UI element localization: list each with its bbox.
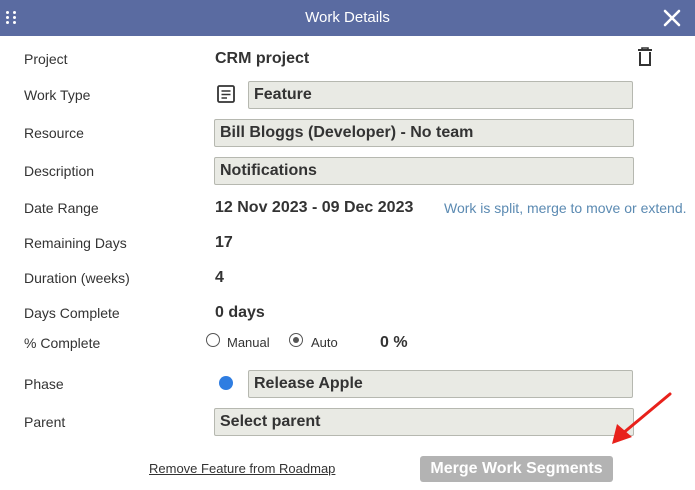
document-icon [216, 84, 236, 104]
project-value: CRM project [215, 50, 310, 67]
resource-select[interactable]: Bill Bloggs (Developer) - No team [214, 119, 634, 147]
red-arrow-annotation [600, 388, 680, 452]
date-range-value: 12 Nov 2023 - 09 Dec 2023 [215, 199, 414, 216]
auto-radio[interactable] [289, 333, 303, 347]
duration-value: 4 [215, 269, 224, 286]
description-label: Description [24, 163, 95, 179]
remaining-days-value: 17 [215, 234, 233, 251]
remaining-days-label: Remaining Days [24, 235, 127, 251]
work-type-select[interactable]: Feature [248, 81, 633, 109]
split-work-note: Work is split, merge to move or extend. [444, 200, 687, 216]
phase-color-dot [219, 376, 233, 390]
work-type-label: Work Type [24, 87, 91, 103]
resource-label: Resource [24, 125, 84, 141]
days-complete-label: Days Complete [24, 305, 120, 321]
manual-radio[interactable] [206, 333, 220, 347]
manual-radio-label[interactable]: Manual [227, 335, 270, 350]
duration-label: Duration (weeks) [24, 270, 130, 286]
days-complete-value: 0 days [215, 304, 265, 321]
close-icon[interactable] [661, 7, 683, 29]
percent-complete-label: % Complete [24, 335, 101, 351]
auto-radio-label[interactable]: Auto [311, 335, 338, 350]
parent-select[interactable]: Select parent [214, 408, 634, 436]
project-label: Project [24, 51, 68, 67]
description-input[interactable]: Notifications [214, 157, 634, 185]
percent-complete-value: 0 % [380, 334, 408, 351]
dialog-titlebar: Work Details [0, 0, 695, 36]
parent-label: Parent [24, 414, 66, 430]
phase-label: Phase [24, 376, 64, 392]
merge-work-segments-button[interactable]: Merge Work Segments [420, 456, 613, 482]
date-range-label: Date Range [24, 200, 99, 216]
trash-icon[interactable] [637, 47, 653, 67]
dialog-title: Work Details [305, 9, 390, 26]
phase-select[interactable]: Release Apple [248, 370, 633, 398]
remove-from-roadmap-link[interactable]: Remove Feature from Roadmap [149, 461, 335, 476]
